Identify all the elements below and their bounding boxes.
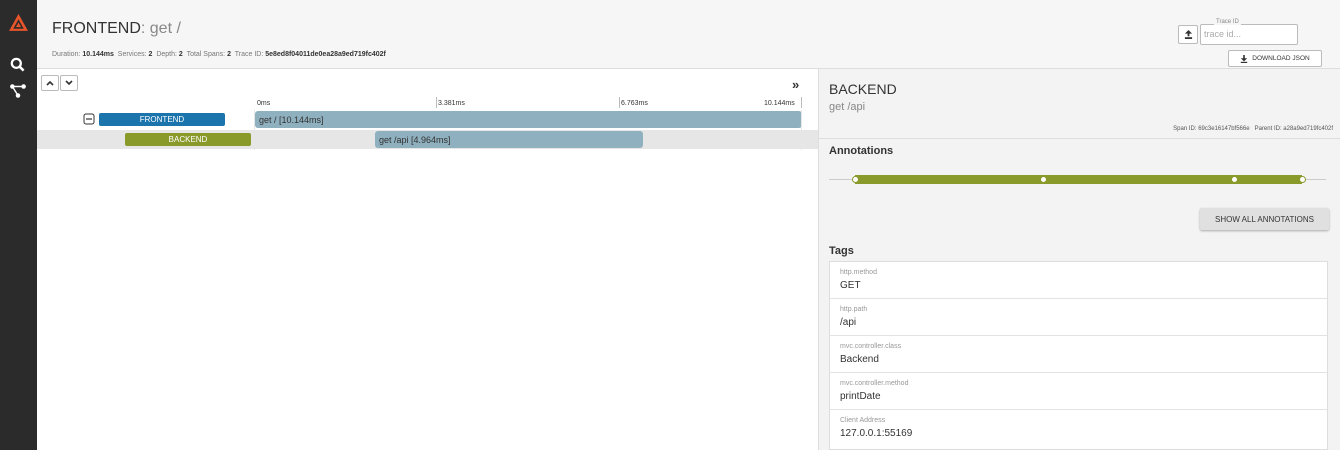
span-operation-name: get /api [829, 101, 866, 113]
annotation-marker[interactable] [1231, 176, 1238, 183]
tag-value: /api [840, 317, 857, 328]
tag-key: mvc.controller.class [840, 343, 902, 350]
trace-id-field-label: Trace ID [1214, 19, 1241, 25]
span-id-value: 69c3e16147bf566e [1198, 126, 1250, 132]
span-row[interactable]: BACKEND get /api [4.964ms] [37, 130, 818, 149]
trace-root-operation: get / [149, 20, 181, 37]
trace-summary: Duration: 10.144ms Services: 2 Depth: 2 … [52, 51, 386, 58]
minus-box-icon[interactable] [83, 113, 95, 125]
grid-line [254, 110, 255, 150]
parent-id-value: a28a9ed719fc402f [1283, 126, 1333, 132]
zipkin-logo-icon[interactable] [8, 13, 29, 34]
service-badge-frontend[interactable]: FRONTEND [99, 113, 225, 126]
tag-item: Client Address 127.0.0.1:55169 [830, 410, 1327, 447]
expand-down-button[interactable] [60, 75, 78, 91]
expand-up-button[interactable] [41, 75, 59, 91]
chevron-up-icon [46, 80, 54, 86]
left-nav [0, 0, 37, 450]
trace-services-count: 2 [148, 51, 153, 58]
tick-line [436, 97, 437, 108]
tag-item: mvc.controller.class Backend [830, 336, 1327, 373]
tick-label: 6.763ms [621, 100, 648, 107]
tag-value: Backend [840, 354, 879, 365]
download-json-label: DOWNLOAD JSON [1252, 55, 1310, 62]
tag-value: GET [840, 280, 861, 291]
tick-line [619, 97, 620, 108]
annotation-marker[interactable] [1040, 176, 1047, 183]
annotation-marker[interactable] [852, 176, 859, 183]
download-icon [1241, 54, 1248, 63]
tag-item: http.path /api [830, 299, 1327, 336]
span-detail-panel: BACKEND get /api Span ID: 69c3e16147bf56… [818, 69, 1340, 450]
tag-value: printDate [840, 391, 881, 402]
span-bar-backend[interactable]: get /api [4.964ms] [375, 131, 643, 148]
double-chevron-right-icon[interactable]: » [792, 77, 799, 92]
trace-duration: 10.144ms [82, 51, 114, 58]
dependencies-icon[interactable] [9, 82, 27, 100]
chevron-down-icon [65, 80, 73, 86]
divider [819, 138, 1340, 139]
tick-label: 10.144ms [764, 100, 795, 107]
upload-json-button[interactable] [1178, 25, 1198, 44]
upload-icon [1184, 30, 1192, 39]
trace-timeline: » 0ms 3.381ms 6.763ms 10.144ms FRONTEND … [37, 69, 818, 450]
tag-key: http.path [840, 306, 868, 313]
trace-root-service: FRONTEND [52, 20, 141, 37]
annotations-heading: Annotations [829, 145, 894, 157]
tag-item: mvc.controller.method printDate [830, 373, 1327, 410]
grid-line [801, 110, 802, 150]
page-title: FRONTEND: get / [52, 20, 181, 37]
tags-heading: Tags [829, 245, 854, 257]
trace-depth: 2 [178, 51, 183, 58]
tick-label: 3.381ms [438, 100, 465, 107]
service-badge-backend[interactable]: BACKEND [125, 133, 251, 146]
trace-total-spans: 2 [227, 51, 231, 58]
span-service-name: BACKEND [829, 81, 897, 97]
show-all-annotations-button[interactable]: SHOW ALL ANNOTATIONS [1200, 208, 1329, 230]
download-json-button[interactable]: DOWNLOAD JSON [1228, 50, 1322, 67]
tick-line [801, 97, 802, 108]
tag-value: 127.0.0.1:55169 [840, 428, 913, 439]
tick-label: 0ms [257, 100, 271, 107]
annotation-marker[interactable] [1299, 176, 1306, 183]
tags-list: http.method GET http.path /api mvc.contr… [829, 261, 1328, 450]
span-row[interactable]: FRONTEND get / [10.144ms] [37, 110, 818, 129]
search-icon[interactable] [9, 56, 27, 74]
tag-item: http.method GET [830, 262, 1327, 299]
span-bar-frontend[interactable]: get / [10.144ms] [255, 111, 802, 128]
trace-id-input[interactable] [1204, 27, 1292, 41]
trace-id-value: 5e8ed8f04011de0ea28a9ed719fc402f [265, 51, 386, 58]
tag-key: http.method [840, 269, 877, 276]
trace-header: FRONTEND: get / Duration: 10.144ms Servi… [37, 0, 1340, 69]
span-ids: Span ID: 69c3e16147bf566e Parent ID: a28… [1173, 126, 1333, 132]
tag-key: mvc.controller.method [840, 380, 909, 387]
tag-key: Client Address [840, 417, 886, 424]
